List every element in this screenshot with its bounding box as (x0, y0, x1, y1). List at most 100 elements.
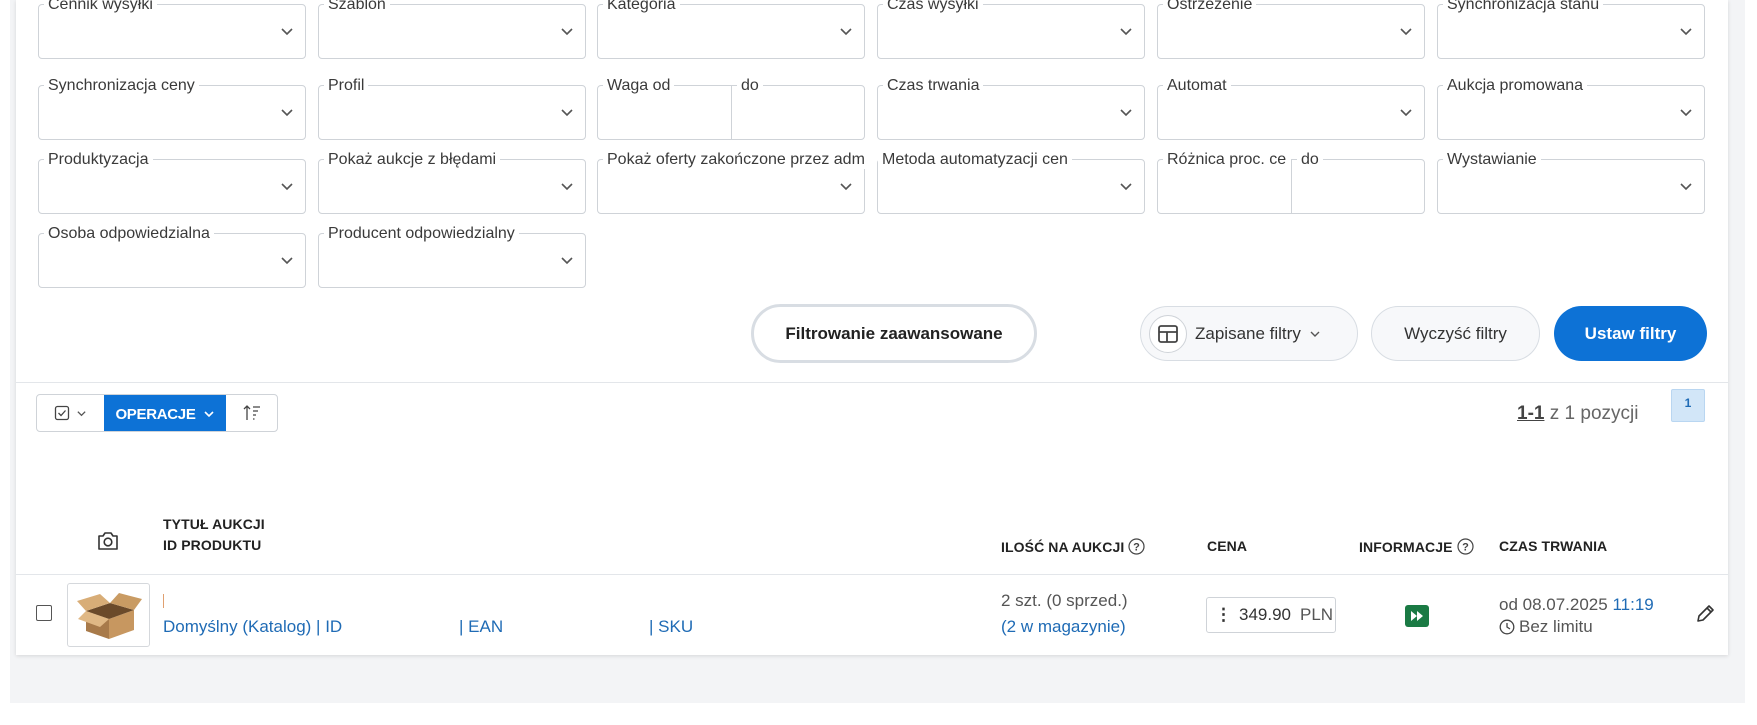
weight-from-input[interactable] (598, 86, 731, 139)
chevron-down-icon (1400, 28, 1412, 36)
filter-ended-by-admin[interactable]: Pokaż oferty zakończone przez adm (597, 151, 865, 214)
clear-filters-label: Wyczyść filtry (1404, 323, 1507, 343)
box-icon (76, 593, 142, 639)
checkbox-icon (54, 405, 70, 421)
chevron-down-icon (1310, 331, 1320, 337)
drag-handle-icon[interactable]: ⋮ (1215, 605, 1232, 625)
filter-promoted[interactable]: Aukcja promowana (1437, 77, 1705, 140)
chevron-down-icon (840, 183, 852, 191)
advanced-filtering-button[interactable]: Filtrowanie zaawansowane (751, 304, 1037, 363)
filter-listing[interactable]: Wystawianie (1437, 151, 1705, 214)
page-1-button[interactable]: 1 (1671, 389, 1705, 422)
filter-profile[interactable]: Profil (318, 77, 586, 140)
column-header-info-label: INFORMACJE (1359, 538, 1453, 555)
quantity-value: 2 szt. (0 sprzed.) (1001, 591, 1128, 610)
filter-label: Synchronizacja ceny (44, 77, 199, 95)
filter-productization[interactable]: Produktyzacja (38, 151, 306, 214)
filter-label: Kategoria (603, 0, 680, 14)
section-divider (16, 382, 1728, 383)
clock-icon (1499, 619, 1515, 635)
column-header-title: TYTUŁ AUKCJI (163, 516, 265, 532)
column-header-info: INFORMACJE ? (1359, 538, 1474, 555)
help-icon[interactable]: ? (1456, 538, 1474, 555)
sku-link[interactable]: | SKU (649, 617, 693, 637)
filter-stock-sync[interactable]: Synchronizacja stanu (1437, 0, 1705, 59)
filter-label: Czas wysyłki (883, 0, 983, 14)
catalog-id-link[interactable]: Domyślny (Katalog) | ID (163, 617, 342, 637)
filter-responsible-person[interactable]: Osoba odpowiedzialna (38, 225, 306, 288)
filter-label: Szablon (324, 0, 390, 14)
table-icon (1149, 314, 1187, 353)
camera-icon (98, 532, 118, 550)
help-icon[interactable]: ? (1128, 538, 1145, 555)
filter-shipping-price-list[interactable]: Cennik wysyłki (38, 0, 306, 59)
filter-label: Synchronizacja stanu (1443, 0, 1604, 14)
duration-limit: Bez limitu (1499, 617, 1593, 637)
chevron-down-icon (203, 411, 214, 418)
row-checkbox[interactable] (36, 605, 52, 621)
filter-show-errors[interactable]: Pokaż aukcje z błędami (318, 151, 586, 214)
chevron-down-icon (1120, 109, 1132, 117)
filter-warning[interactable]: Ostrzeżenie (1157, 0, 1425, 59)
operations-label: OPERACJE (115, 405, 196, 423)
chevron-down-icon (77, 410, 86, 416)
filter-shipping-time[interactable]: Czas wysyłki (877, 0, 1145, 59)
apply-filters-button[interactable]: Ustaw filtry (1554, 306, 1707, 361)
fast-forward-icon[interactable] (1405, 605, 1429, 627)
filter-label: Pokaż oferty zakończone przez adm (603, 151, 865, 169)
chevron-down-icon (840, 28, 852, 36)
column-header-quantity-label: ILOŚĆ NA AUKCJI (1001, 538, 1125, 555)
filter-label: Czas trwania (883, 77, 984, 95)
filter-label: Metoda automatyzacji cen (878, 151, 1072, 169)
sort-button[interactable] (226, 395, 277, 431)
percent-diff-from-input[interactable] (1158, 160, 1291, 213)
filter-label: Aukcja promowana (1443, 77, 1588, 95)
filter-responsible-producer[interactable]: Producent odpowiedzialny (318, 225, 586, 288)
price-field[interactable]: ⋮ 349.90 PLN (1206, 597, 1336, 633)
filter-label: Produktyzacja (44, 151, 153, 169)
bulk-toolbar: OPERACJE (36, 394, 278, 432)
duration-start: od 08.07.2025 11:19 (1499, 595, 1654, 615)
filter-price-automation[interactable]: Metoda automatyzacji cen (877, 151, 1145, 214)
header-divider (16, 574, 1728, 575)
column-header-quantity: ILOŚĆ NA AUKCJI ? (1001, 538, 1145, 555)
chevron-down-icon (281, 257, 293, 265)
filter-price-sync[interactable]: Synchronizacja ceny (38, 77, 306, 140)
svg-text:?: ? (1462, 542, 1469, 554)
filter-duration[interactable]: Czas trwania (877, 77, 1145, 140)
svg-text:?: ? (1133, 542, 1140, 554)
saved-filters-button[interactable]: Zapisane filtry (1140, 306, 1358, 361)
product-thumbnail[interactable] (67, 583, 150, 647)
weight-to-input[interactable] (732, 86, 864, 139)
filter-label: Osoba odpowiedzialna (44, 225, 214, 243)
percent-diff-to-input[interactable] (1292, 160, 1424, 213)
chevron-down-icon (1680, 109, 1692, 117)
sort-icon (243, 405, 260, 420)
column-header-duration: CZAS TRWANIA (1499, 538, 1608, 554)
ean-link[interactable]: | EAN (459, 617, 503, 637)
page-number: 1 (1684, 396, 1692, 410)
title-placeholder[interactable] (163, 594, 164, 608)
pagination-range[interactable]: 1-1 (1517, 403, 1544, 424)
edit-icon[interactable] (1694, 603, 1716, 625)
filter-percent-difference: Różnica proc. ce do (1157, 151, 1425, 214)
operations-button[interactable]: OPERACJE (104, 395, 226, 431)
filter-weight-range: Waga od do (597, 77, 865, 140)
chevron-down-icon (1120, 28, 1132, 36)
filter-template[interactable]: Szablon (318, 0, 586, 59)
clear-filters-button[interactable]: Wyczyść filtry (1371, 306, 1540, 361)
advanced-filtering-label: Filtrowanie zaawansowane (785, 323, 1003, 343)
column-header-product-id: ID PRODUKTU (163, 537, 262, 553)
filter-label: Ostrzeżenie (1163, 0, 1257, 14)
duration-date: od 08.07.2025 (1499, 595, 1608, 614)
stock-link[interactable]: (2 w magazynie) (1001, 617, 1126, 637)
filter-category[interactable]: Kategoria (597, 0, 865, 59)
column-header-price: CENA (1207, 538, 1248, 554)
saved-filters-label: Zapisane filtry (1195, 323, 1301, 343)
price-currency: PLN (1300, 605, 1334, 624)
chevron-down-icon (1680, 183, 1692, 191)
chevron-down-icon (281, 109, 293, 117)
filter-automat[interactable]: Automat (1157, 77, 1425, 140)
chevron-down-icon (281, 183, 293, 191)
select-all-dropdown[interactable] (37, 395, 104, 431)
